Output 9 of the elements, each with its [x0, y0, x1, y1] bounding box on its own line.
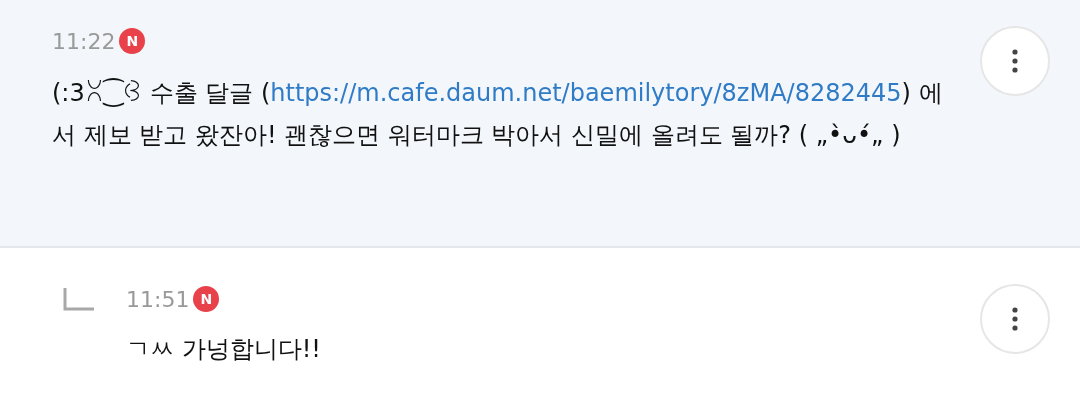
more-icon	[1012, 306, 1018, 332]
new-badge: N	[119, 28, 146, 54]
more-icon	[1012, 48, 1018, 74]
url-link[interactable]: https://m.cafe.daum.net/baemilytory/8zMA/8282445	[270, 79, 902, 107]
comment-text: (:3ꇤ⁐ꃳ 수출 달글 (https://m.cafe.daum.net/baemilytory/8zMA/8282445) 에서 제보 받고 왔잔아! 괜찮으면 워터마크 박아서 신밀에 올려도 될까? ( „•̀ᴗ•́„ )	[52, 77, 944, 151]
timestamp: 11:22	[52, 28, 116, 54]
new-badge: N	[193, 286, 220, 312]
comment-text: ㄱㅆ 가넝합니다!!	[126, 334, 322, 365]
timestamp: 11:51	[126, 286, 190, 312]
